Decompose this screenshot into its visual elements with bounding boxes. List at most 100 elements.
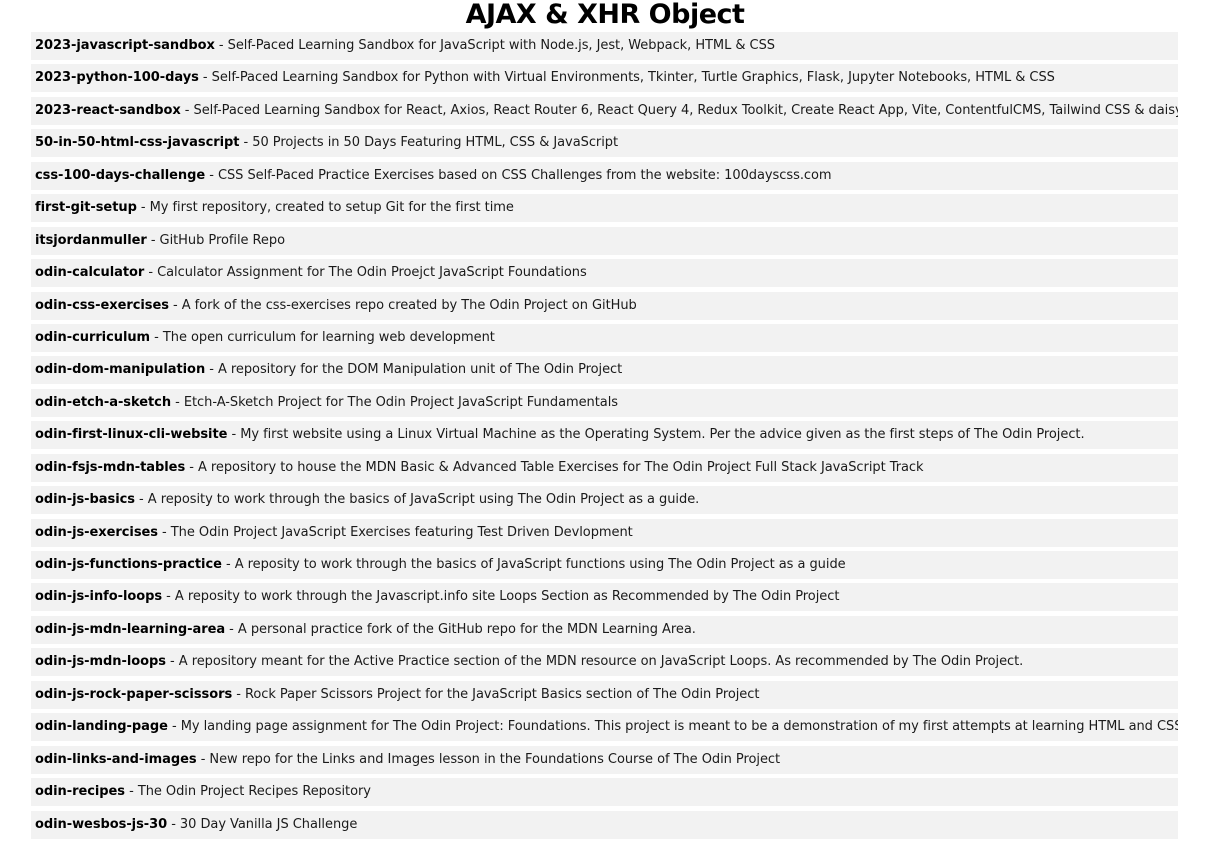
repo-description: The Odin Project Recipes Repository	[137, 784, 371, 800]
repo-description: 30 Day Vanilla JS Challenge	[179, 816, 358, 832]
repo-description: A fork of the css-exercises repo created…	[181, 297, 637, 313]
list-item: odin-js-basics - A reposity to work thro…	[31, 486, 1178, 515]
repo-separator: -	[144, 265, 158, 281]
repo-description: Rock Paper Scissors Project for the Java…	[244, 686, 760, 702]
repo-description: My landing page assignment for The Odin …	[180, 719, 1178, 735]
repo-name: 50-in-50-html-css-javascript	[35, 135, 240, 151]
repo-name: odin-fsjs-mdn-tables	[35, 459, 186, 475]
repo-separator: -	[150, 329, 163, 345]
repo-name: odin-dom-manipulation	[35, 362, 206, 378]
repo-separator: -	[239, 135, 253, 151]
repo-name: odin-js-rock-paper-scissors	[35, 686, 233, 702]
repo-separator: -	[162, 589, 175, 605]
page-title: AJAX & XHR Object	[465, 0, 745, 30]
repo-separator: -	[146, 232, 160, 248]
list-item: odin-first-linux-cli-website - My first …	[31, 421, 1178, 450]
repo-name: 2023-react-sandbox	[35, 102, 181, 118]
repo-separator: -	[136, 200, 150, 216]
list-item: odin-calculator - Calculator Assignment …	[31, 259, 1178, 288]
repo-separator: -	[167, 719, 181, 735]
list-item: odin-js-mdn-loops - A repository meant f…	[31, 648, 1178, 677]
list-item: odin-etch-a-sketch - Etch-A-Sketch Proje…	[31, 388, 1178, 417]
list-item: odin-js-info-loops - A reposity to work …	[31, 583, 1178, 612]
list-item: 50-in-50-html-css-javascript - 50 Projec…	[31, 129, 1178, 158]
repo-description: My first website using a Linux Virtual M…	[240, 427, 1085, 443]
repo-name: odin-css-exercises	[35, 297, 169, 313]
repo-description: The open curriculum for learning web dev…	[162, 329, 495, 345]
repo-list: 2023-javascript-sandbox - Self-Paced Lea…	[31, 32, 1178, 843]
repo-description: A reposity to work through the basics of…	[147, 492, 700, 508]
repo-separator: -	[221, 557, 235, 572]
list-item: odin-fsjs-mdn-tables - A repository to h…	[31, 453, 1178, 482]
repo-separator: -	[165, 654, 179, 670]
list-item: first-git-setup - My first repository, c…	[31, 194, 1178, 223]
repo-name: 2023-python-100-days	[35, 70, 199, 86]
list-item: odin-recipes - The Odin Project Recipes …	[31, 778, 1178, 807]
list-item: 2023-python-100-days - Self-Paced Learni…	[31, 64, 1178, 93]
list-item: 2023-react-sandbox - Self-Paced Learning…	[31, 96, 1179, 125]
repo-separator: -	[232, 686, 245, 702]
repo-description: GitHub Profile Repo	[159, 232, 286, 248]
list-item: odin-js-functions-practice - A reposity …	[31, 551, 1178, 579]
repo-description: A repository meant for the Active Practi…	[178, 654, 1024, 670]
list-item: 2023-javascript-sandbox - Self-Paced Lea…	[31, 32, 1178, 60]
list-item: odin-dom-manipulation - A repository for…	[31, 356, 1178, 385]
repo-name: odin-recipes	[35, 784, 125, 800]
list-item: odin-css-exercises - A fork of the css-e…	[31, 291, 1178, 320]
repo-description: A reposity to work through the Javascrip…	[174, 589, 840, 605]
repo-description: A repository to house the MDN Basic & Ad…	[197, 459, 924, 475]
list-item: css-100-days-challenge - CSS Self-Paced …	[31, 161, 1178, 190]
list-item: odin-js-mdn-learning-area - A personal p…	[31, 615, 1178, 644]
repo-name: css-100-days-challenge	[35, 167, 206, 183]
repo-name: odin-js-mdn-learning-area	[35, 621, 226, 637]
repo-description: The Odin Project JavaScript Exercises fe…	[170, 524, 633, 540]
repo-description: A reposity to work through the basics of…	[234, 557, 846, 572]
repo-name: odin-links-and-images	[35, 751, 197, 767]
repo-separator: -	[205, 167, 218, 183]
repo-separator: -	[205, 362, 218, 378]
list-item: odin-js-rock-paper-scissors - Rock Paper…	[31, 680, 1178, 709]
repo-name: odin-landing-page	[35, 719, 168, 735]
repo-name: odin-js-mdn-loops	[35, 654, 166, 670]
list-item: odin-curriculum - The open curriculum fo…	[31, 323, 1178, 352]
repo-name: odin-calculator	[35, 265, 145, 281]
repo-description: Etch-A-Sketch Project for The Odin Proje…	[183, 394, 618, 410]
repo-description: CSS Self-Paced Practice Exercises based …	[217, 167, 832, 183]
repo-separator: -	[225, 621, 238, 637]
list-item: odin-links-and-images - New repo for the…	[31, 745, 1178, 774]
repo-name: odin-js-info-loops	[35, 589, 163, 605]
repo-name: odin-first-linux-cli-website	[35, 427, 228, 443]
repo-separator: -	[214, 38, 228, 53]
list-item: itsjordanmuller - GitHub Profile Repo	[31, 226, 1178, 255]
repo-name: itsjordanmuller	[35, 232, 147, 248]
repo-separator: -	[171, 394, 184, 410]
repo-separator: -	[125, 784, 138, 800]
repo-name: odin-js-exercises	[35, 524, 158, 540]
repo-separator: -	[198, 70, 212, 86]
repo-name: odin-js-functions-practice	[35, 557, 222, 572]
repo-separator: -	[134, 492, 148, 508]
repo-name: first-git-setup	[35, 200, 137, 216]
repo-description: A personal practice fork of the GitHub r…	[237, 621, 696, 637]
repo-separator: -	[227, 427, 241, 443]
repo-separator: -	[167, 816, 180, 832]
repo-separator: -	[185, 459, 198, 475]
repo-name: odin-wesbos-js-30	[35, 816, 168, 832]
repo-separator: -	[168, 297, 182, 313]
repo-separator: -	[196, 751, 210, 767]
list-item: odin-wesbos-js-30 - 30 Day Vanilla JS Ch…	[31, 810, 1178, 839]
list-item: odin-landing-page - My landing page assi…	[31, 713, 1178, 742]
repo-separator: -	[157, 524, 171, 540]
repo-description: Self-Paced Learning Sandbox for React, A…	[193, 102, 1179, 118]
repo-name: odin-etch-a-sketch	[35, 394, 172, 410]
repo-name: 2023-javascript-sandbox	[35, 38, 215, 53]
repo-name: odin-js-basics	[35, 492, 135, 508]
repo-separator: -	[180, 102, 194, 118]
repo-description: Self-Paced Learning Sandbox for Python w…	[211, 70, 1055, 86]
repo-description: Self-Paced Learning Sandbox for JavaScri…	[227, 38, 775, 53]
repo-description: New repo for the Links and Images lesson…	[209, 751, 781, 767]
repo-description: My first repository, created to setup Gi…	[149, 200, 514, 216]
repo-name: odin-curriculum	[35, 329, 151, 345]
repo-description: A repository for the DOM Manipulation un…	[217, 362, 623, 378]
repo-description: Calculator Assignment for The Odin Proej…	[157, 265, 587, 281]
